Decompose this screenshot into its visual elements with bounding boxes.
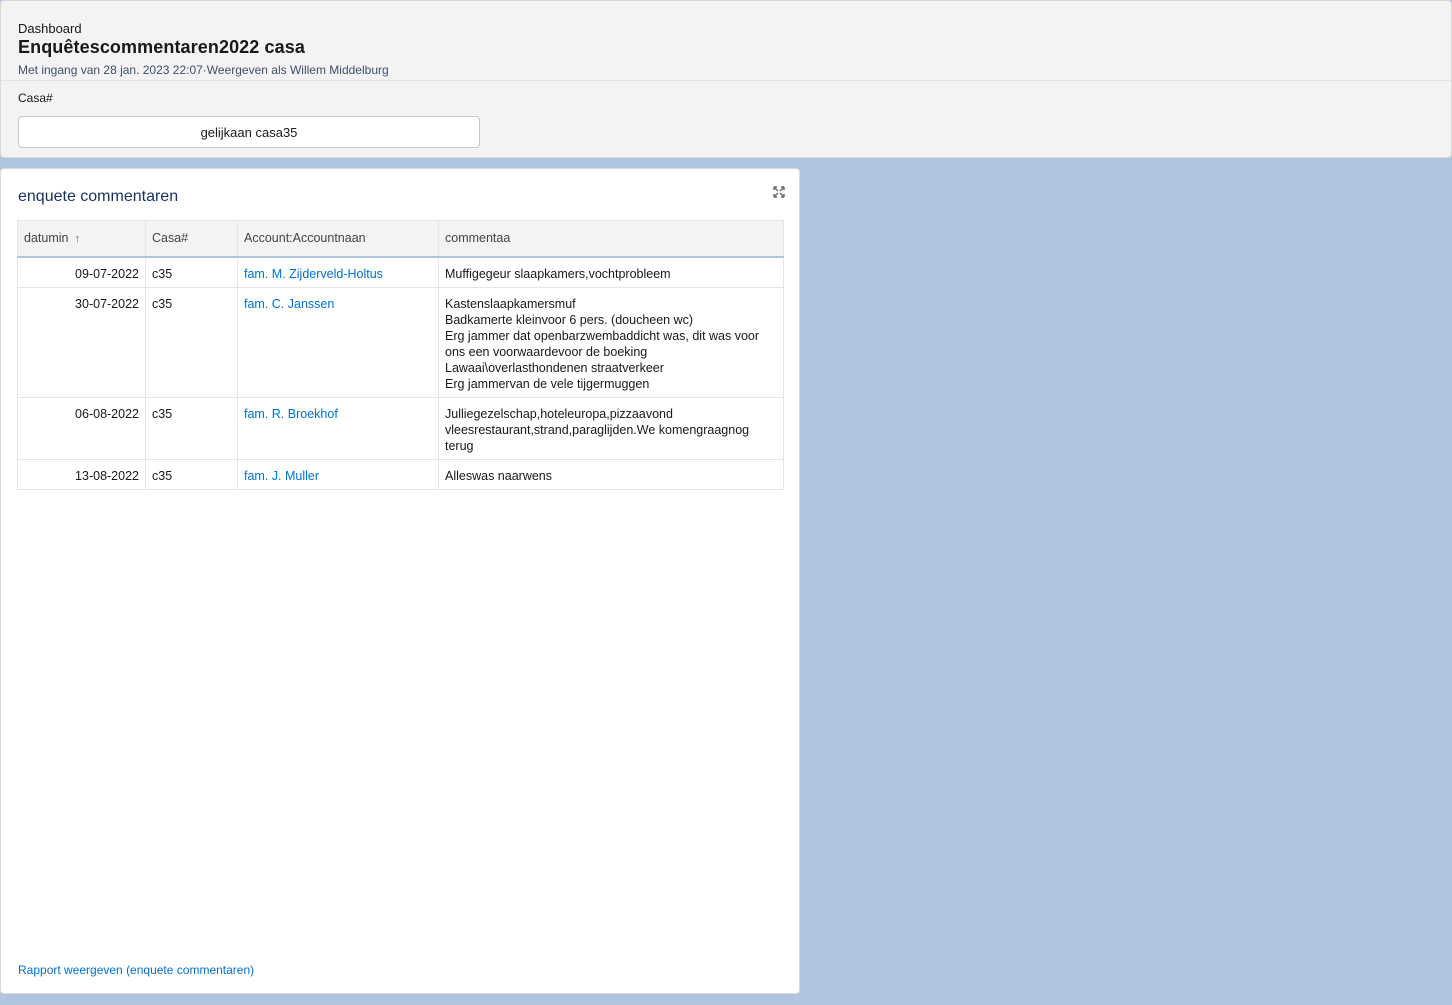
- cell-date: 09-07-2022: [17, 256, 146, 288]
- table-header-row: datumin ↑ Casa# Account:Accountnaan comme…: [17, 220, 784, 258]
- column-header-comment[interactable]: commentaa: [438, 220, 784, 258]
- dashboard-header: Dashboard Enquêtescommentaren2022 casa M…: [0, 0, 1452, 158]
- cell-casa: c35: [145, 458, 238, 490]
- comments-table: datumin ↑ Casa# Account:Accountnaan comme…: [17, 220, 784, 490]
- comments-table-container: datumin ↑ Casa# Account:Accountnaan comme…: [17, 220, 784, 490]
- arrow-up-icon: ↑: [74, 233, 80, 246]
- table-row: 30-07-2022 c35 fam. C. Janssen Kastensla…: [17, 286, 784, 398]
- header-meta: Met ingang van 28 jan. 2023 22:07·Weerge…: [18, 63, 389, 77]
- account-link[interactable]: fam. M. Zijderveld-Holtus: [237, 256, 439, 288]
- cell-comment: Julliegezelschap,hoteleuropa,pizzaavond …: [438, 396, 784, 460]
- header-eyebrow: Dashboard: [18, 21, 82, 36]
- column-header-casa[interactable]: Casa#: [145, 220, 238, 258]
- cell-comment: Kastenslaapkamersmuf Badkamerte kleinvoo…: [438, 286, 784, 398]
- cell-date: 30-07-2022: [17, 286, 146, 398]
- cell-date: 06-08-2022: [17, 396, 146, 460]
- filter-label: Casa#: [18, 91, 53, 105]
- view-report-link[interactable]: Rapport weergeven (enquete commentaren): [18, 963, 254, 977]
- table-row: 06-08-2022 c35 fam. R. Broekhof Julliege…: [17, 396, 784, 460]
- account-link[interactable]: fam. C. Janssen: [237, 286, 439, 398]
- cell-casa: c35: [145, 286, 238, 398]
- page-title: Enquêtescommentaren2022 casa: [18, 37, 305, 57]
- account-link[interactable]: fam. R. Broekhof: [237, 396, 439, 460]
- cell-comment: Alleswas naarwens: [438, 458, 784, 490]
- table-row: 13-08-2022 c35 fam. J. Muller Alleswas n…: [17, 458, 784, 490]
- column-header-datumin[interactable]: datumin ↑: [17, 220, 146, 258]
- table-row: 09-07-2022 c35 fam. M. Zijderveld-Holtus…: [17, 256, 784, 288]
- expand-icon[interactable]: [771, 184, 787, 200]
- cell-casa: c35: [145, 256, 238, 288]
- cell-date: 13-08-2022: [17, 458, 146, 490]
- cell-casa: c35: [145, 396, 238, 460]
- filter-casa-button[interactable]: gelijkaan casa35: [18, 116, 480, 148]
- column-header-account[interactable]: Account:Accountnaan: [237, 220, 439, 258]
- header-divider: [1, 80, 1451, 81]
- filter-value: gelijkaan casa35: [200, 124, 298, 140]
- account-link[interactable]: fam. J. Muller: [237, 458, 439, 490]
- cell-comment: Muffigegeur slaapkamers,vochtprobleem: [438, 256, 784, 288]
- card-title: enquete commentaren: [18, 188, 179, 205]
- report-card: enquete commentaren datumin ↑ Casa# Accou…: [0, 168, 800, 994]
